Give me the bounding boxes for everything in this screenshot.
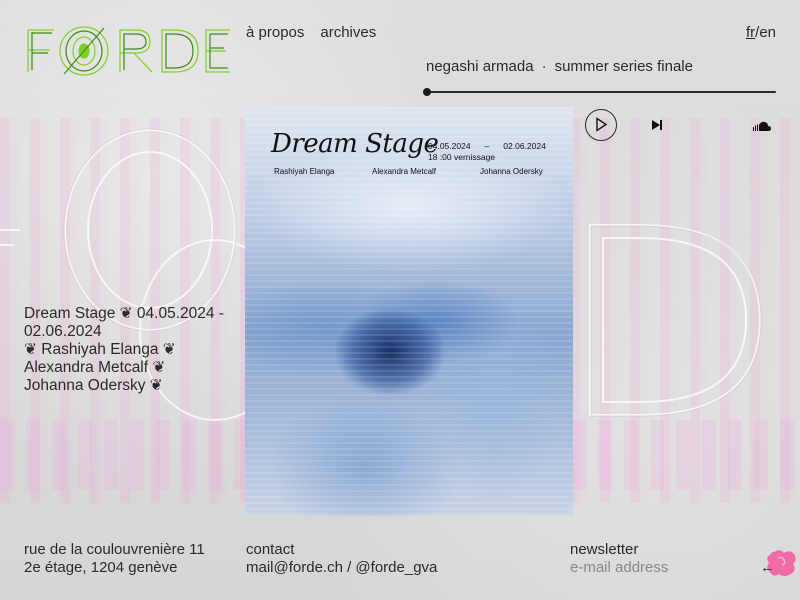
poster-date-sep: –: [484, 141, 490, 151]
logo-letter-e: [205, 29, 230, 73]
play-button[interactable]: [585, 109, 617, 141]
exhibition-info[interactable]: Dream Stage ❦ 04.05.2024 - 02.06.2024 ❦ …: [24, 305, 234, 395]
poster-artist: Rashiyah Elanga: [274, 167, 335, 176]
lang-en[interactable]: en: [759, 24, 776, 41]
footer-contact: contact mail@forde.ch / @forde_gva: [246, 541, 437, 577]
logo-letter-r: [119, 29, 153, 73]
now-playing: negashi armada · summer series finale: [426, 58, 693, 75]
exhibition-info-line: ❦ Rashiyah Elanga ❦: [24, 341, 176, 358]
forde-logo[interactable]: [24, 22, 232, 82]
skip-next-icon[interactable]: [651, 119, 663, 131]
lang-fr[interactable]: fr: [746, 24, 755, 41]
now-playing-artist: negashi armada: [426, 58, 534, 75]
logo-letter-o-slash: [59, 26, 109, 76]
now-playing-separator: ·: [541, 58, 547, 75]
exhibition-info-line: 02.06.2024: [24, 323, 102, 340]
poster-artist: Alexandra Metcalf: [372, 167, 437, 176]
exhibition-info-line: Johanna Odersky ❦: [24, 377, 163, 394]
poster-date-start: 04.05.2024: [428, 141, 471, 151]
newsletter-email-input[interactable]: [570, 559, 740, 576]
exhibition-info-line: Dream Stage ❦ 04.05.2024 -: [24, 305, 224, 322]
contact-label: contact: [246, 541, 295, 558]
logo-letter-f: [27, 29, 54, 72]
poster-vernissage: 18 :00 vernissage: [428, 152, 496, 162]
track-progress-track: [427, 91, 776, 93]
footer-newsletter: newsletter: [570, 541, 740, 576]
address-line: 2e étage, 1204 genève: [24, 559, 178, 576]
footer-address: rue de la coulouvrenière 11 2e étage, 12…: [24, 541, 205, 577]
poster-date-end: 02.06.2024: [503, 141, 546, 151]
contact-link[interactable]: mail@forde.ch / @forde_gva: [246, 559, 437, 576]
newsletter-label: newsletter: [570, 541, 639, 558]
poster-dates: 04.05.2024 – 02.06.2024: [428, 141, 546, 151]
play-icon: [596, 117, 608, 132]
main-nav: à propos archives: [246, 24, 376, 41]
exhibition-poster[interactable]: Dream Stage 04.05.2024 – 02.06.2024 18 :00…: [245, 107, 573, 516]
nav-link-archives[interactable]: archives: [320, 24, 376, 41]
poster-title: Dream Stage: [271, 129, 439, 159]
track-progress-knob[interactable]: [423, 88, 431, 96]
exhibition-info-line: Alexandra Metcalf ❦: [24, 359, 166, 376]
newsletter-submit-arrow-icon[interactable]: ←: [760, 559, 775, 576]
now-playing-track: summer series finale: [554, 58, 693, 75]
poster-artist: Johanna Odersky: [480, 167, 543, 176]
language-switcher: fr/en: [746, 24, 776, 41]
address-line: rue de la coulouvrenière 11: [24, 541, 205, 558]
logo-letter-d: [161, 29, 199, 73]
soundcloud-icon[interactable]: [752, 120, 772, 132]
nav-link-a-propos[interactable]: à propos: [246, 24, 304, 41]
track-progress-bar[interactable]: [423, 88, 776, 96]
